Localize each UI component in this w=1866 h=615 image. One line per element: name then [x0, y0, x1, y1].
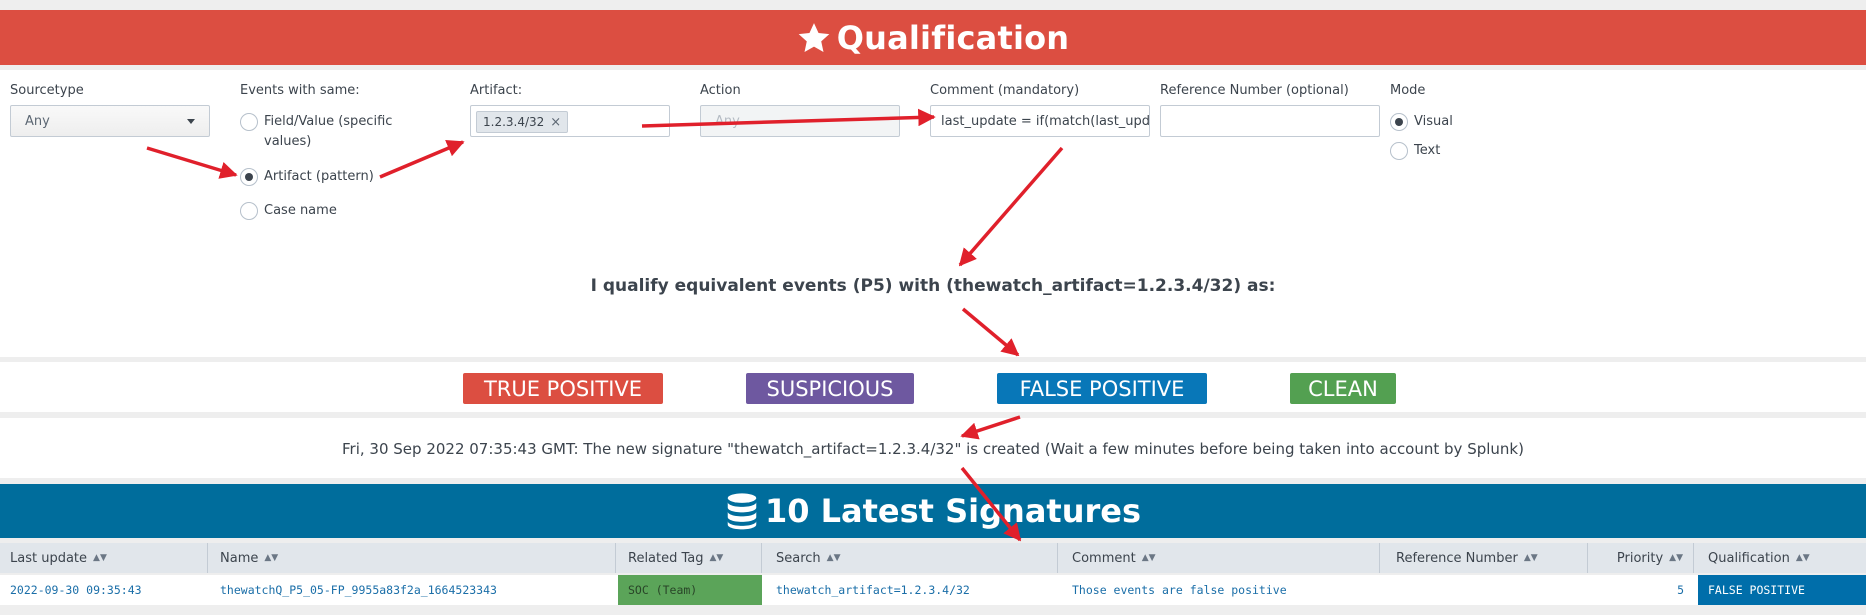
sourcetype-value: Any — [25, 113, 50, 129]
radio-circle-selected[interactable] — [1390, 113, 1408, 131]
suspicious-button[interactable]: SUSPICIOUS — [746, 373, 914, 404]
table-row[interactable]: 2022-09-30 09:35:43 thewatchQ_P5_05-FP_9… — [0, 575, 1866, 605]
radio-field-value[interactable]: Field/Value (specific values) — [240, 112, 410, 152]
database-icon — [727, 493, 757, 530]
column-header-search[interactable]: Search ▲▼ — [766, 543, 1058, 573]
qualification-buttons-panel: TRUE POSITIVE SUSPICIOUS FALSE POSITIVE … — [0, 362, 1866, 412]
star-icon — [798, 22, 829, 52]
reference-number-input[interactable] — [1160, 105, 1380, 137]
false-positive-button[interactable]: FALSE POSITIVE — [997, 373, 1207, 404]
sourcetype-select[interactable]: Any — [10, 105, 210, 137]
cell-qualification[interactable]: FALSE POSITIVE — [1698, 575, 1866, 605]
mode-label: Mode — [1390, 83, 1426, 98]
qualification-form: Sourcetype Any Events with same: Field/V… — [0, 70, 1866, 357]
qualify-statement: I qualify equivalent events (P5) with (t… — [590, 276, 1276, 296]
status-message: Fri, 30 Sep 2022 07:35:43 GMT: The new s… — [342, 440, 1524, 458]
sort-icon[interactable]: ▲▼ — [1524, 553, 1538, 563]
qualification-title: Qualification — [836, 18, 1070, 57]
column-header-qualification[interactable]: Qualification ▲▼ — [1698, 543, 1866, 573]
cell-last-update[interactable]: 2022-09-30 09:35:43 — [0, 575, 208, 605]
true-positive-label: TRUE POSITIVE — [483, 376, 643, 401]
column-label: Related Tag — [628, 550, 704, 566]
false-positive-label: FALSE POSITIVE — [1019, 376, 1185, 401]
radio-circle[interactable] — [240, 113, 258, 131]
suspicious-label: SUSPICIOUS — [766, 376, 894, 401]
artifact-label: Artifact: — [470, 83, 523, 98]
column-header-comment[interactable]: Comment ▲▼ — [1062, 543, 1380, 573]
events-with-same-label: Events with same: — [240, 83, 360, 98]
signatures-title: 10 Latest Signatures — [764, 492, 1142, 530]
radio-circle[interactable] — [1390, 142, 1408, 160]
sort-icon[interactable]: ▲▼ — [710, 553, 724, 563]
radio-mode-visual-label: Visual — [1414, 114, 1453, 129]
status-message-panel: Fri, 30 Sep 2022 07:35:43 GMT: The new s… — [0, 418, 1866, 478]
radio-mode-visual[interactable]: Visual — [1390, 112, 1453, 132]
cell-search[interactable]: thewatch_artifact=1.2.3.4/32 — [766, 575, 1058, 605]
sourcetype-label: Sourcetype — [10, 83, 84, 98]
column-label: Last update — [10, 550, 88, 566]
artifact-input[interactable]: 1.2.3.4/32 × — [470, 105, 670, 137]
radio-case-name-label: Case name — [264, 203, 337, 218]
radio-mode-text-label: Text — [1414, 143, 1441, 158]
action-input[interactable]: Any — [700, 105, 900, 137]
sort-icon[interactable]: ▲▼ — [1142, 553, 1156, 563]
radio-circle-selected[interactable] — [240, 168, 258, 186]
radio-case-name[interactable]: Case name — [240, 201, 337, 221]
radio-artifact-pattern[interactable]: Artifact (pattern) — [240, 167, 374, 187]
close-icon[interactable]: × — [550, 115, 561, 130]
cell-priority[interactable]: 5 — [1590, 575, 1694, 605]
cell-name[interactable]: thewatchQ_P5_05-FP_9955a83f2a_1664523343 — [210, 575, 616, 605]
comment-label: Comment (mandatory) — [930, 83, 1080, 98]
column-header-name[interactable]: Name ▲▼ — [210, 543, 616, 573]
column-label: Reference Number — [1396, 550, 1518, 566]
artifact-token[interactable]: 1.2.3.4/32 × — [476, 111, 569, 133]
action-placeholder: Any — [715, 113, 740, 129]
clean-button[interactable]: CLEAN — [1290, 373, 1396, 404]
column-label: Priority — [1616, 550, 1664, 566]
qualification-header: Qualification — [0, 10, 1866, 65]
column-header-last-update[interactable]: Last update ▲▼ — [0, 543, 208, 573]
cell-comment[interactable]: Those events are false positive — [1062, 575, 1380, 605]
column-label: Qualification — [1708, 550, 1790, 566]
true-positive-button[interactable]: TRUE POSITIVE — [463, 373, 663, 404]
column-header-reference-number[interactable]: Reference Number ▲▼ — [1386, 543, 1588, 573]
sort-icon[interactable]: ▲▼ — [1796, 553, 1810, 563]
cell-reference-number[interactable] — [1386, 575, 1588, 605]
column-header-related-tag[interactable]: Related Tag ▲▼ — [618, 543, 762, 573]
artifact-token-value: 1.2.3.4/32 — [483, 115, 545, 129]
comment-value: last_update = if(match(last_upda — [941, 113, 1150, 129]
column-label: Comment — [1072, 550, 1136, 566]
column-label: Name — [220, 550, 259, 566]
cell-related-tag[interactable]: SOC (Team) — [618, 575, 762, 605]
table-header: Last update ▲▼ Name ▲▼ Related Tag ▲▼ Searc… — [0, 543, 1866, 573]
radio-field-value-label: Field/Value (specific values) — [264, 114, 393, 149]
comment-input[interactable]: last_update = if(match(last_upda — [930, 105, 1150, 137]
sort-icon[interactable]: ▲▼ — [264, 553, 278, 563]
signatures-header: 10 Latest Signatures — [0, 484, 1866, 538]
sort-icon[interactable]: ▲▼ — [93, 553, 107, 563]
radio-artifact-pattern-label: Artifact (pattern) — [264, 169, 374, 184]
column-label: Search — [776, 550, 821, 566]
column-header-priority[interactable]: Priority ▲▼ — [1590, 543, 1694, 573]
action-label: Action — [700, 83, 741, 98]
sort-icon[interactable]: ▲▼ — [1669, 553, 1683, 563]
chevron-down-icon — [187, 118, 195, 124]
clean-label: CLEAN — [1308, 376, 1378, 401]
radio-circle[interactable] — [240, 202, 258, 220]
sort-icon[interactable]: ▲▼ — [827, 553, 841, 563]
radio-mode-text[interactable]: Text — [1390, 141, 1440, 161]
reference-number-label: Reference Number (optional) — [1160, 83, 1349, 98]
